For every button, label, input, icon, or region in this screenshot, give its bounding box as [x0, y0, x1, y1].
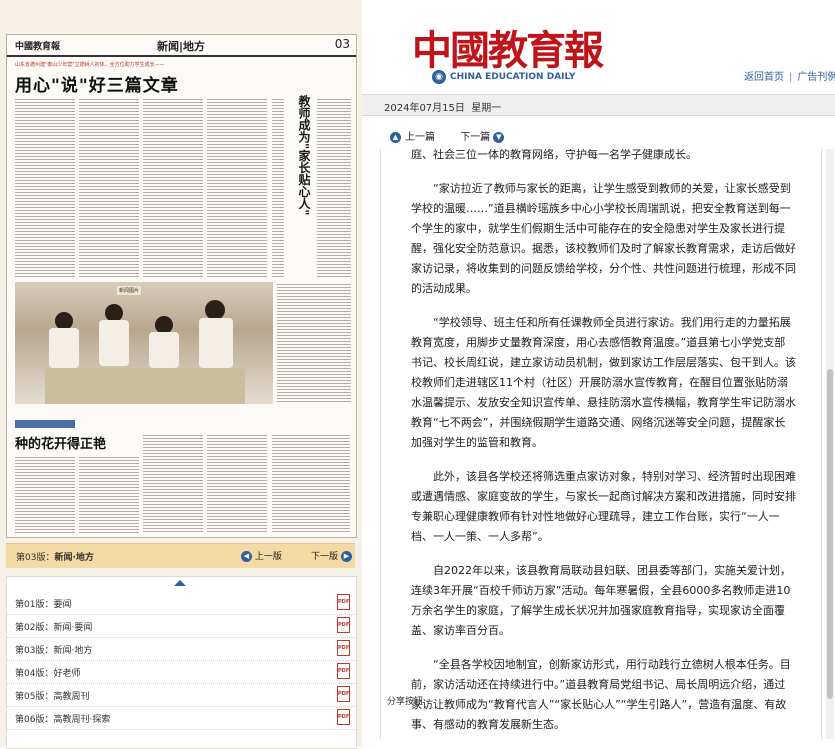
photo-label: 新闻图片: [117, 286, 142, 295]
arrow-down-icon: ▼: [493, 131, 505, 143]
paper-masthead: 中國教育報 新闻|地方 03: [7, 35, 356, 57]
arrow-left-icon: ◀: [241, 551, 252, 562]
globe-icon: ◉: [432, 70, 446, 84]
page-list-label: 第05版：高教周刊: [15, 692, 90, 702]
issue-date: 2024年07月15日 星期一: [384, 99, 501, 114]
page-pager: 第03版：新闻·地方 ◀ 上一版 下一版 ▶: [6, 543, 355, 568]
paper-headline-2: 种的花开得正艳: [15, 437, 107, 452]
pdf-icon[interactable]: PDF: [337, 709, 350, 725]
pdf-icon[interactable]: PDF: [337, 640, 350, 656]
current-page-label: 第03版：新闻·地方: [16, 550, 94, 563]
page-list: 第01版：要闻 PDF 第02版：新闻·要闻 PDF 第03版：新闻·地方 PD…: [6, 576, 357, 749]
page-list-label: 第04版：好老师: [15, 669, 81, 679]
paper-logo: 中國教育報: [15, 42, 61, 52]
text-column: [79, 455, 139, 533]
page-list-item[interactable]: 第05版：高教周刊 PDF: [7, 683, 356, 707]
section-tag-bar: [15, 420, 75, 428]
photo-person: [149, 332, 179, 368]
page-list-label: 第03版：新闻·地方: [15, 646, 93, 656]
text-column: [15, 97, 75, 277]
page-list-item[interactable]: 第02版：新闻·要闻 PDF: [7, 614, 356, 638]
nav-separator: |: [789, 72, 793, 83]
issue-date-value: 2024年07月15日: [384, 103, 465, 114]
prev-article-label: 上一篇: [405, 132, 435, 143]
newspaper-panel: 中國教育報 新闻|地方 03 山东省德州建"泰山少年营"立德树人初体，全方位助力…: [0, 0, 362, 749]
article-paragraph: “全县各学校因地制宜，创新家访形式，用行动践行立德树人根本任务。目前，家访活动还…: [411, 658, 791, 731]
text-column: [15, 455, 75, 533]
scroll-up-icon[interactable]: [174, 580, 186, 586]
article-body: 庭、社会三位一体的教育网络，守护每一名学子健康成长。 “家访拉近了教师与家长的距…: [411, 149, 796, 739]
text-column: [207, 433, 267, 533]
article-panel: 中國教育報 ◉ CHINA EDUCATION DAILY 返回首页 | 广告刊例 …: [362, 0, 835, 747]
brand-logo[interactable]: 中國教育報: [412, 18, 604, 76]
home-link[interactable]: 返回首页: [744, 72, 784, 83]
newspaper-page-image[interactable]: 中國教育報 新闻|地方 03 山东省德州建"泰山少年营"立德树人初体，全方位助力…: [6, 34, 357, 538]
paper-section-title: 新闻|地方: [157, 40, 206, 53]
article-paragraph: “家访拉近了教师与家长的距离，让学生感受到教师的关爱，让家长感受到学校的温暖………: [411, 182, 796, 295]
top-nav: 返回首页 | 广告刊例: [744, 68, 835, 83]
scroll-thumb[interactable]: [827, 369, 833, 699]
prev-page-label: 上一版: [254, 552, 282, 562]
page-list-item[interactable]: 第04版：好老师 PDF: [7, 660, 356, 684]
prev-page-button[interactable]: ◀ 上一版: [241, 549, 282, 562]
issue-weekday: 星期一: [471, 103, 502, 114]
arrow-right-icon: ▶: [340, 551, 352, 562]
text-column: [143, 97, 203, 277]
news-photo: [15, 282, 273, 404]
text-column: [272, 433, 350, 533]
page-list-item[interactable]: 第06版：高教周刊·探索 PDF: [7, 706, 356, 730]
current-page-name: 新闻·地方: [54, 553, 94, 563]
next-article-button[interactable]: 下一篇 ▼: [460, 131, 508, 143]
pdf-icon[interactable]: PDF: [337, 663, 350, 679]
photo-person: [99, 320, 129, 366]
text-column: [79, 97, 139, 277]
text-column: [277, 282, 351, 404]
paper-headline: 用心"说"好三篇文章: [15, 76, 179, 96]
text-column: [143, 433, 203, 533]
prev-article-button[interactable]: ▲ 上一篇: [390, 131, 435, 143]
article-nav: ▲ 上一篇 下一篇 ▼: [390, 128, 508, 143]
article-scrollbar[interactable]: [826, 149, 834, 739]
arrow-up-icon: ▲: [390, 131, 401, 143]
photo-table: [45, 368, 245, 404]
ad-rates-link[interactable]: 广告刊例: [797, 72, 835, 83]
current-page-prefix: 第03版：: [16, 553, 55, 563]
brand-english-name: CHINA EDUCATION DAILY: [450, 72, 576, 82]
article-paragraph: 此外，该县各学校还将筛选重点家访对象，特别对学习、经济暂时出现困难或遭遇情感、家…: [411, 470, 796, 543]
next-page-label: 下一版: [311, 552, 339, 562]
text-column: [272, 97, 284, 277]
page-list-item[interactable]: 第03版：新闻·地方 PDF: [7, 637, 356, 661]
paper-page-number: 03: [334, 37, 350, 51]
pdf-icon[interactable]: PDF: [337, 686, 350, 702]
next-page-button[interactable]: 下一版 ▶: [311, 549, 352, 562]
paper-kicker: 山东省德州建"泰山少年营"立德树人初体，全方位助力学生成长——: [15, 62, 165, 68]
share-button[interactable]: 分享按钮: [387, 694, 423, 707]
page-list-label: 第06版：高教周刊·探索: [15, 715, 111, 725]
photo-person: [199, 318, 233, 368]
page-list-label: 第01版：要闻: [15, 600, 72, 610]
page-list-label: 第02版：新闻·要闻: [15, 623, 93, 633]
pdf-icon[interactable]: PDF: [337, 594, 350, 610]
paper-side-headline: 教师成为"家长贴心人": [297, 95, 311, 216]
photo-person: [205, 300, 225, 320]
photo-person: [49, 328, 79, 368]
article-paragraph: “学校领导、班主任和所有任课教师全员进行家访。我们用行走的力量拓展教育宽度，用脚…: [411, 316, 796, 449]
pdf-icon[interactable]: PDF: [337, 617, 350, 633]
article-paragraph: 庭、社会三位一体的教育网络，守护每一名学子健康成长。: [411, 149, 697, 161]
date-bar: 2024年07月15日 星期一: [362, 94, 835, 116]
text-column: [317, 97, 351, 277]
text-column: [207, 97, 267, 277]
next-article-label: 下一篇: [460, 132, 491, 143]
page-list-item[interactable]: 第01版：要闻 PDF: [7, 591, 356, 615]
article-paragraph: 自2022年以来，该县教育局联动县妇联、团县委等部门，实施关爱计划，连续3年开展…: [411, 564, 791, 637]
article-content: 庭、社会三位一体的教育网络，守护每一名学子健康成长。 “家访拉近了教师与家长的距…: [380, 149, 822, 739]
